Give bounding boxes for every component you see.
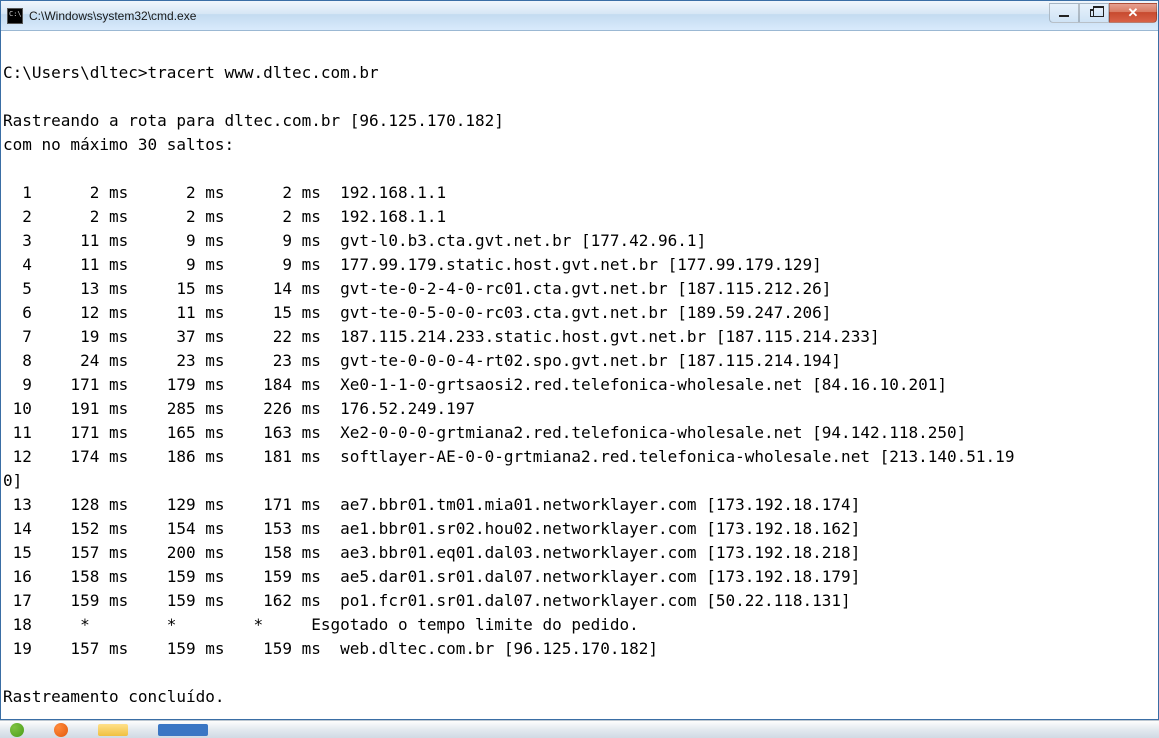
window-title: C:\Windows\system32\cmd.exe bbox=[29, 9, 1049, 23]
minimize-button[interactable] bbox=[1049, 3, 1079, 23]
taskbar-item-2[interactable] bbox=[54, 723, 68, 737]
terminal-area[interactable]: C:\Users\dltec>tracert www.dltec.com.br … bbox=[1, 31, 1158, 719]
maximize-button[interactable] bbox=[1079, 3, 1109, 23]
titlebar[interactable]: C:\Windows\system32\cmd.exe ✕ bbox=[1, 1, 1158, 31]
close-button[interactable]: ✕ bbox=[1109, 3, 1157, 23]
cmd-icon bbox=[7, 8, 23, 24]
taskbar-item-1[interactable] bbox=[10, 723, 24, 737]
taskbar-item-4[interactable] bbox=[158, 724, 208, 736]
terminal-output: C:\Users\dltec>tracert www.dltec.com.br … bbox=[1, 31, 1158, 719]
window-controls: ✕ bbox=[1049, 3, 1157, 23]
cmd-window: C:\Windows\system32\cmd.exe ✕ C:\Users\d… bbox=[0, 0, 1159, 720]
taskbar[interactable] bbox=[0, 720, 1159, 738]
taskbar-item-3[interactable] bbox=[98, 724, 128, 736]
